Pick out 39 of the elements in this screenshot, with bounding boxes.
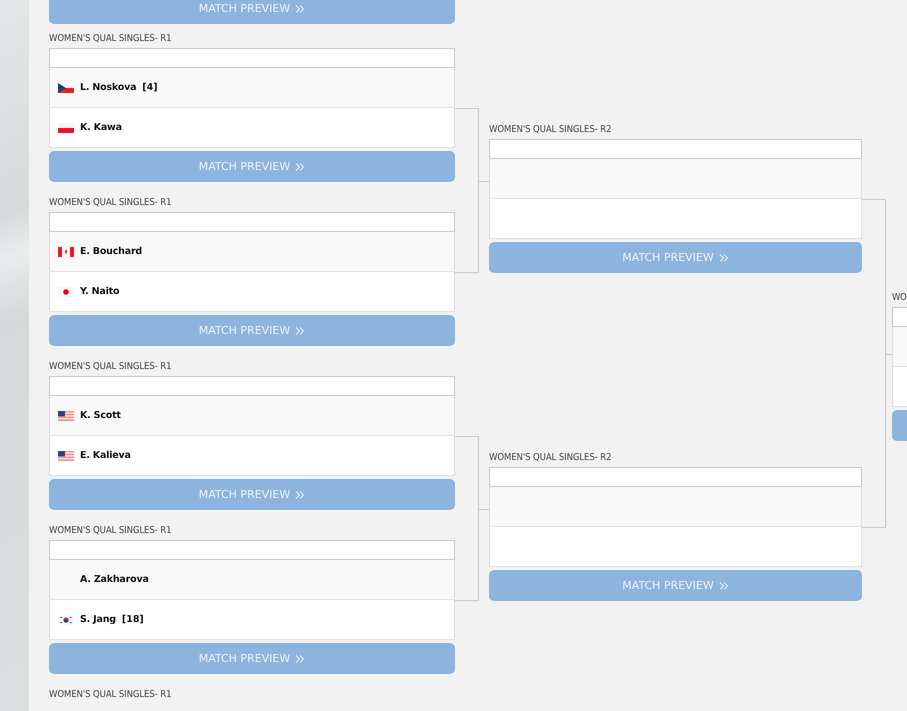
chevrons-icon: [295, 326, 306, 334]
flag-icon: [58, 450, 74, 460]
match-preview-button[interactable]: MATCH PREVIEW: [489, 570, 862, 601]
match-title: WOMEN'S QUAL SINGLES- R1: [49, 32, 172, 46]
match-preview-button[interactable]: MATCH PREVIEW: [49, 0, 455, 24]
chevrons-icon: [295, 490, 306, 498]
match-title: WOMEN'S QUAL SINGLES- R1: [49, 524, 172, 538]
match-preview-button[interactable]: MATCH PREVIEW: [49, 315, 455, 346]
match-preview-button[interactable]: MATCH PREVIEW: [489, 242, 862, 273]
flag-icon: [58, 122, 74, 132]
player-name: K. Scott: [80, 410, 121, 421]
player-name: A. Zakharova: [80, 574, 149, 585]
chevrons-icon: [295, 4, 306, 12]
match-title: WOMEN'S QUAL SINGLES- R2: [489, 451, 612, 465]
chevrons-icon: [718, 582, 729, 590]
match-preview-button[interactable]: MATCH PREVIEW: [49, 151, 455, 182]
match-preview-button[interactable]: MATCH PREVIEW: [49, 643, 455, 674]
match-title: WOMEN'S QUAL SINGLES- R1: [49, 360, 172, 374]
player-name: K. Kawa: [80, 122, 122, 133]
flag-icon: [58, 246, 74, 256]
chevrons-icon: [295, 654, 306, 662]
match-preview-button[interactable]: MATCH PREVIEW: [49, 479, 455, 510]
match-title: WO: [892, 291, 907, 305]
chevrons-icon: [295, 162, 306, 170]
player-seed: [4]: [142, 82, 158, 93]
chevrons-icon: [718, 254, 729, 262]
flag-icon: [58, 410, 74, 420]
player-name: S. Jang: [80, 614, 116, 625]
flag-icon: [58, 286, 74, 296]
player-seed: [18]: [122, 614, 144, 625]
match-title: WOMEN'S QUAL SINGLES- R1: [49, 196, 172, 210]
player-name: L. Noskova: [80, 82, 136, 93]
player-name: E. Kalieva: [80, 450, 131, 461]
flag-icon: [58, 614, 74, 624]
player-name: E. Bouchard: [80, 246, 142, 257]
match-title: WOMEN'S QUAL SINGLES- R1: [49, 688, 172, 702]
match-title: WOMEN'S QUAL SINGLES- R2: [489, 123, 612, 137]
player-name: Y. Naito: [80, 286, 120, 297]
flag-icon: [58, 82, 74, 92]
